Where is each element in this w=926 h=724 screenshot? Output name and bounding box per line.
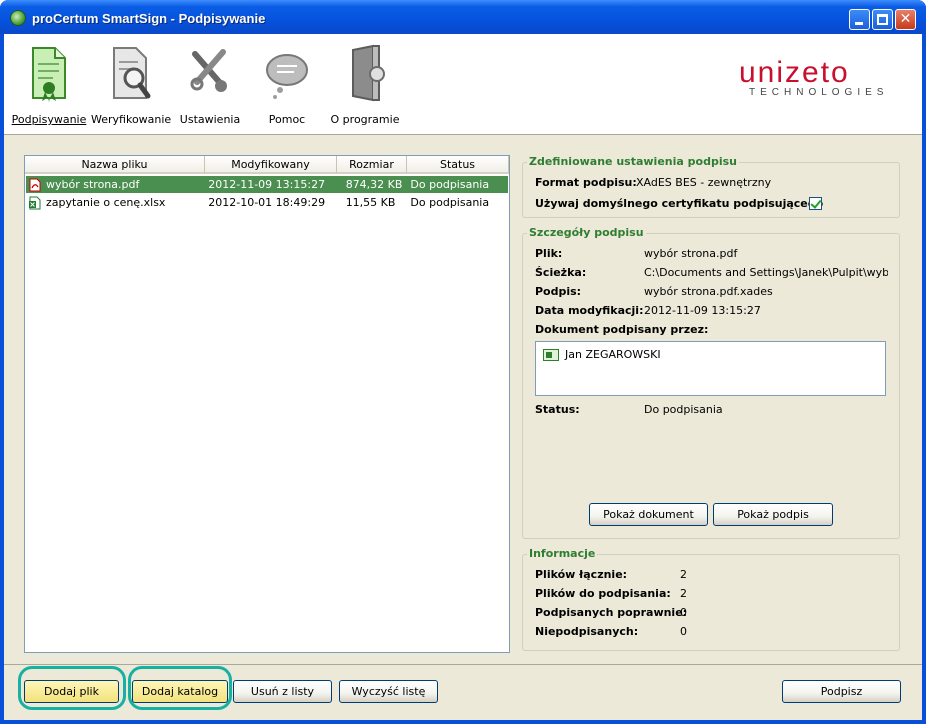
tools-icon bbox=[190, 49, 227, 92]
info-legend: Informacje bbox=[527, 547, 598, 560]
file-status: Do podpisania bbox=[410, 178, 490, 191]
maximize-button[interactable] bbox=[872, 9, 893, 30]
help-bubble-icon bbox=[266, 54, 308, 99]
verify-magnifier-icon bbox=[113, 47, 151, 99]
show-document-button[interactable]: Pokaż dokument bbox=[589, 503, 708, 526]
format-label: Format podpisu: bbox=[535, 176, 637, 189]
close-icon: ✕ bbox=[899, 11, 912, 27]
default-cert-checkbox[interactable] bbox=[809, 197, 822, 210]
toolbar-label-verify: Weryfikowanie bbox=[91, 113, 172, 126]
show-signature-button[interactable]: Pokaż podpis bbox=[713, 503, 833, 526]
title-bar[interactable]: proCertum SmartSign - Podpisywanie ✕ bbox=[0, 0, 926, 34]
unizeto-logo: unizeto TECHNOLOGIES bbox=[739, 56, 909, 106]
column-header-modified[interactable]: Modyfikowany bbox=[205, 156, 337, 174]
default-cert-label: Używaj domyślnego certyfikatu podpisując… bbox=[535, 197, 824, 210]
minimize-icon bbox=[855, 22, 863, 25]
status-label: Status: bbox=[535, 403, 580, 416]
file-label: Plik: bbox=[535, 247, 563, 260]
app-window: proCertum SmartSign - Podpisywanie ✕ Pod… bbox=[0, 0, 926, 724]
clear-list-button[interactable]: Wyczyść listę bbox=[339, 680, 438, 703]
bottom-separator bbox=[4, 664, 922, 665]
files-to-sign-label: Plików do podpisania: bbox=[535, 587, 671, 600]
add-file-button[interactable]: Dodaj plik bbox=[24, 680, 119, 703]
toolbar: Podpisywanie Weryfikowanie Ustawienia Po… bbox=[4, 34, 922, 135]
signature-value: wybór strona.pdf.xades bbox=[644, 285, 773, 298]
toolbar-label-about: O programie bbox=[330, 113, 400, 126]
total-files-label: Plików łącznie: bbox=[535, 568, 628, 581]
column-header-name[interactable]: Nazwa pliku bbox=[25, 156, 205, 174]
sign-button[interactable]: Podpisz bbox=[782, 680, 901, 703]
modified-label: Data modyfikacji: bbox=[535, 304, 644, 317]
signature-details-group: Szczegóły podpisu Plik: wybór strona.pdf… bbox=[522, 226, 900, 539]
sign-document-icon bbox=[32, 47, 66, 102]
information-group: Informacje Plików łącznie: 2 Plików do p… bbox=[522, 547, 900, 651]
signed-ok-label: Podpisanych poprawnie: bbox=[535, 606, 688, 619]
maximize-icon bbox=[877, 14, 888, 25]
signers-list[interactable]: Jan ZEGAROWSKI bbox=[535, 341, 886, 396]
close-button[interactable]: ✕ bbox=[895, 9, 916, 30]
logo-sub: TECHNOLOGIES bbox=[749, 87, 889, 98]
toolbar-item-settings[interactable]: Ustawienia bbox=[170, 40, 250, 130]
file-list[interactable]: Nazwa pliku Modyfikowany Rozmiar Status … bbox=[24, 155, 510, 653]
file-name-cell: zapytanie o cenę.xlsx bbox=[26, 194, 205, 211]
file-size: 11,55 KB bbox=[345, 196, 396, 209]
file-modified: 2012-10-01 18:49:29 bbox=[208, 196, 326, 209]
file-name: zapytanie o cenę.xlsx bbox=[46, 196, 166, 209]
table-row[interactable]: wybór strona.pdf 2012-11-09 13:15:27 874… bbox=[26, 176, 508, 193]
add-folder-button[interactable]: Dodaj katalog bbox=[132, 680, 228, 703]
window-title: proCertum SmartSign - Podpisywanie bbox=[32, 11, 266, 26]
column-header-size[interactable]: Rozmiar bbox=[337, 156, 407, 174]
column-header-status[interactable]: Status bbox=[407, 156, 509, 174]
total-files-value: 2 bbox=[680, 568, 687, 581]
file-value: wybór strona.pdf bbox=[644, 247, 738, 260]
signature-settings-group: Zdefiniowane ustawienia podpisu Format p… bbox=[522, 155, 900, 218]
toolbar-label-help: Pomoc bbox=[268, 113, 306, 126]
signer-name[interactable]: Jan ZEGAROWSKI bbox=[565, 348, 661, 361]
certificate-icon bbox=[543, 349, 559, 361]
status-value: Do podpisania bbox=[644, 403, 723, 416]
minimize-button[interactable] bbox=[849, 9, 870, 30]
excel-file-icon bbox=[29, 196, 41, 209]
file-list-header: Nazwa pliku Modyfikowany Rozmiar Status bbox=[25, 156, 509, 174]
path-value: C:\Documents and Settings\Janek\Pulpit\w… bbox=[644, 266, 888, 279]
file-modified: 2012-11-09 13:15:27 bbox=[208, 178, 326, 191]
file-size: 874,32 KB bbox=[345, 178, 403, 191]
toolbar-item-help[interactable]: Pomoc bbox=[247, 40, 327, 130]
remove-from-list-button[interactable]: Usuń z listy bbox=[233, 680, 332, 703]
signed-ok-value: 0 bbox=[680, 606, 687, 619]
toolbar-item-about[interactable]: O programie bbox=[325, 40, 405, 130]
details-legend: Szczegóły podpisu bbox=[527, 226, 646, 239]
logo-word: unizeto bbox=[739, 56, 850, 89]
toolbar-label-signing: Podpisywanie bbox=[11, 113, 87, 126]
file-name: wybór strona.pdf bbox=[46, 178, 140, 191]
toolbar-item-signing[interactable]: Podpisywanie bbox=[9, 40, 89, 130]
files-to-sign-value: 2 bbox=[680, 587, 687, 600]
file-name-cell: wybór strona.pdf bbox=[26, 176, 205, 193]
unsigned-value: 0 bbox=[680, 625, 687, 638]
format-value: XAdES BES - zewnętrzny bbox=[636, 176, 772, 189]
pdf-file-icon bbox=[29, 178, 41, 191]
client-area: Podpisywanie Weryfikowanie Ustawienia Po… bbox=[4, 34, 922, 720]
table-row[interactable]: zapytanie o cenę.xlsx 2012-10-01 18:49:2… bbox=[26, 194, 508, 211]
path-label: Ścieżka: bbox=[535, 266, 587, 279]
app-icon bbox=[10, 10, 26, 26]
signed-by-label: Dokument podpisany przez: bbox=[535, 323, 709, 336]
settings-legend: Zdefiniowane ustawienia podpisu bbox=[527, 155, 739, 168]
modified-value: 2012-11-09 13:15:27 bbox=[644, 304, 761, 317]
signature-label: Podpis: bbox=[535, 285, 582, 298]
file-status: Do podpisania bbox=[410, 196, 490, 209]
about-door-icon bbox=[352, 44, 385, 102]
toolbar-label-settings: Ustawienia bbox=[179, 113, 241, 126]
toolbar-item-verify[interactable]: Weryfikowanie bbox=[91, 40, 171, 130]
unsigned-label: Niepodpisanych: bbox=[535, 625, 639, 638]
